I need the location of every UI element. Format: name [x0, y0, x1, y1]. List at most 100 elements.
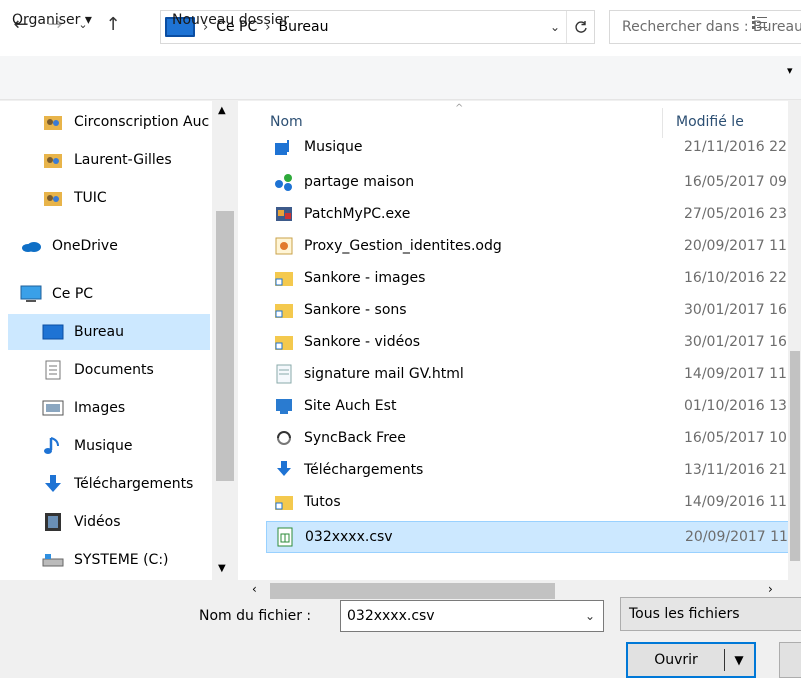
- exe-icon: [276, 207, 292, 221]
- nav-item-circonscription[interactable]: Circonscription Auch: [8, 104, 210, 140]
- file-date: 16/05/2017 09: [684, 174, 787, 190]
- file-list-vertical-scrollbar-thumb[interactable]: [790, 351, 800, 561]
- open-button[interactable]: Ouvrir ▼: [626, 642, 756, 678]
- file-name: Proxy_Gestion_identites.odg: [304, 238, 502, 254]
- file-list-vertical-scrollbar[interactable]: [788, 101, 801, 580]
- file-date: 20/09/2017 11: [684, 238, 787, 254]
- view-dropdown-icon[interactable]: ▾: [787, 64, 793, 77]
- shortcut-folder-icon: [275, 304, 293, 318]
- file-name: Sankore - vidéos: [304, 334, 421, 350]
- nav-item-onedrive[interactable]: OneDrive: [8, 228, 210, 264]
- column-header-modified[interactable]: Modifié le: [676, 114, 744, 130]
- filename-label: Nom du fichier :: [199, 608, 312, 624]
- nav-item-laurent-gilles[interactable]: Laurent-Gilles: [8, 142, 210, 178]
- view-options-icon[interactable]: [751, 14, 769, 30]
- drive-icon: [42, 554, 64, 567]
- nav-item-telechargements[interactable]: Téléchargements: [8, 466, 210, 502]
- up-button[interactable]: ↑: [102, 14, 124, 36]
- share-icon: [275, 174, 292, 191]
- nav-item-bureau[interactable]: Bureau: [8, 314, 210, 350]
- file-row-sankore-videos[interactable]: Sankore - vidéos 30/01/2017 16: [266, 326, 801, 358]
- toolbar: [0, 56, 801, 100]
- file-row-patchmypc[interactable]: PatchMyPC.exe 27/05/2016 23: [266, 198, 801, 230]
- sync-icon: [277, 431, 291, 445]
- images-icon: [42, 400, 64, 416]
- file-row-telechargements[interactable]: Téléchargements 13/11/2016 21: [266, 454, 801, 486]
- nav-item-label: Ce PC: [52, 286, 94, 302]
- file-row-032xxxx-csv[interactable]: 032xxxx.csv 20/09/2017 11: [266, 521, 801, 553]
- download-shortcut-icon: [277, 461, 291, 476]
- nav-item-musique[interactable]: Musique: [8, 428, 210, 464]
- pc-icon: [20, 285, 42, 302]
- file-row-sankore-sons[interactable]: Sankore - sons 30/01/2017 16: [266, 294, 801, 326]
- file-row-site-auch-est[interactable]: Site Auch Est 01/10/2016 13: [266, 390, 801, 422]
- refresh-button[interactable]: [566, 11, 594, 43]
- scroll-down-icon[interactable]: ▼: [218, 563, 226, 574]
- filename-input[interactable]: 032xxxx.csv ⌄: [340, 600, 604, 632]
- file-row-musique[interactable]: Musique 21/11/2016 22:: [266, 134, 801, 160]
- nav-item-label: Musique: [74, 438, 133, 454]
- users-icon: [44, 116, 62, 130]
- nav-item-ce-pc[interactable]: Ce PC: [8, 276, 210, 312]
- search-input[interactable]: Rechercher dans : Bureau: [609, 10, 801, 44]
- nav-item-label: Téléchargements: [74, 476, 194, 492]
- nav-item-label: Bureau: [74, 324, 124, 340]
- file-name: signature mail GV.html: [304, 366, 464, 382]
- download-icon: [45, 475, 61, 492]
- nav-item-label: Vidéos: [74, 514, 121, 530]
- nav-item-videos[interactable]: Vidéos: [8, 504, 210, 540]
- file-date: 16/05/2017 10: [684, 430, 787, 446]
- nav-item-label: SYSTEME (C:): [74, 552, 169, 568]
- nav-item-documents[interactable]: Documents: [8, 352, 210, 388]
- file-list-horizontal-scrollbar-thumb[interactable]: [270, 583, 555, 599]
- new-folder-button[interactable]: Nouveau dossier: [172, 12, 289, 28]
- nav-item-label: Documents: [74, 362, 154, 378]
- organize-button[interactable]: Organiser ▾: [12, 12, 92, 28]
- video-icon: [45, 513, 61, 531]
- nav-item-tuic[interactable]: TUIC: [8, 180, 210, 216]
- file-name: Téléchargements: [304, 462, 424, 478]
- shortcut-folder-icon: [275, 336, 293, 350]
- scroll-left-icon[interactable]: ‹: [252, 582, 257, 596]
- file-row-partage-maison[interactable]: partage maison 16/05/2017 09: [266, 166, 801, 198]
- file-name: Musique: [304, 139, 363, 155]
- file-row-proxy-gestion[interactable]: Proxy_Gestion_identites.odg 20/09/2017 1…: [266, 230, 801, 262]
- file-name: partage maison: [304, 174, 415, 190]
- nav-scrollbar-thumb[interactable]: [216, 211, 234, 481]
- nav-item-label: OneDrive: [52, 238, 118, 254]
- nav-item-label: Laurent-Gilles: [74, 152, 172, 168]
- nav-item-images[interactable]: Images: [8, 390, 210, 426]
- open-button-label: Ouvrir: [654, 652, 698, 668]
- scroll-right-icon[interactable]: ›: [768, 582, 773, 596]
- shortcut-folder-icon: [275, 496, 293, 510]
- file-date: 01/10/2016 13: [684, 398, 787, 414]
- chevron-down-icon[interactable]: ⌄: [585, 609, 595, 623]
- file-date: 20/09/2017 11: [685, 529, 788, 545]
- desktop-icon: [42, 324, 64, 340]
- file-name: Sankore - sons: [304, 302, 407, 318]
- file-row-tutos[interactable]: Tutos 14/09/2016 11: [266, 486, 801, 518]
- file-name: Sankore - images: [304, 270, 426, 286]
- cancel-button[interactable]: [779, 642, 801, 678]
- file-row-syncback[interactable]: SyncBack Free 16/05/2017 10: [266, 422, 801, 454]
- nav-item-systeme-c[interactable]: SYSTEME (C:): [8, 542, 210, 578]
- refresh-icon: [574, 21, 587, 33]
- chevron-down-icon[interactable]: ⌄: [550, 20, 560, 34]
- file-date: 27/05/2016 23: [684, 206, 787, 222]
- cloud-icon: [22, 242, 41, 252]
- file-date: 14/09/2017 11: [684, 366, 787, 382]
- open-dropdown-icon[interactable]: ▼: [725, 653, 753, 667]
- file-row-signature-mail[interactable]: signature mail GV.html 14/09/2017 11: [266, 358, 801, 390]
- nav-scrollbar[interactable]: ▲ ▼: [212, 101, 238, 580]
- document-icon: [45, 360, 61, 380]
- nav-item-label: Images: [74, 400, 126, 416]
- nav-item-label: Circonscription Auch: [74, 114, 210, 130]
- column-header-name[interactable]: Nom: [270, 114, 303, 130]
- file-type-select[interactable]: Tous les fichiers: [620, 597, 801, 631]
- music-icon: [44, 437, 59, 454]
- file-row-sankore-images[interactable]: Sankore - images 16/10/2016 22: [266, 262, 801, 294]
- music-folder-icon: [275, 140, 289, 155]
- file-date: 30/01/2017 16: [684, 334, 787, 350]
- html-icon: [276, 364, 292, 384]
- scroll-up-icon[interactable]: ▲: [218, 105, 226, 116]
